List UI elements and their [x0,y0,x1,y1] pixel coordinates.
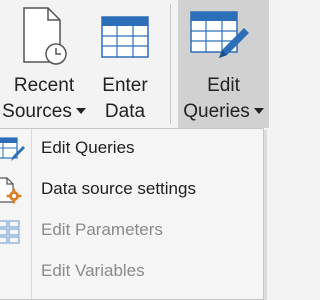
menu-item-edit-queries[interactable]: Edit Queries [0,129,263,170]
table-icon [101,16,149,58]
chevron-down-icon [253,107,264,114]
recent-sources-button[interactable]: Recent Sources [0,0,88,128]
menu-item-edit-parameters: Edit Parameters [0,211,263,252]
chevron-down-icon [75,107,86,114]
menu-item-label: Edit Queries [41,138,135,157]
edit-queries-label-line1: Edit [207,75,240,96]
document-gear-icon [0,176,27,204]
recent-sources-label-line2: Sources [0,99,88,125]
enter-data-button[interactable]: Enter Data [92,0,158,128]
edit-queries-dropdown-menu: Edit Queries Data source settings Edit P… [0,128,264,300]
recent-sources-label-line1: Recent [13,75,75,96]
menu-item-label: Edit Variables [41,261,145,280]
enter-data-label-line2: Data [104,101,146,122]
edit-queries-label-line2: Queries [178,99,269,125]
menu-shadow [264,130,267,300]
menu-item-edit-variables: Edit Variables [0,252,263,293]
ribbon: Recent Sources Enter Data Edit Queries [0,0,269,128]
ribbon-separator [170,4,171,124]
menu-item-label: Data source settings [41,179,196,198]
table-pencil-icon [190,11,249,58]
edit-queries-button[interactable]: Edit Queries [178,0,269,128]
menu-item-label: Edit Parameters [41,220,163,239]
menu-item-data-source-settings[interactable]: Data source settings [0,170,263,211]
parameters-icon [0,217,27,245]
table-pencil-icon [0,135,27,163]
enter-data-label-line1: Enter [102,75,148,96]
document-clock-icon [23,7,67,65]
